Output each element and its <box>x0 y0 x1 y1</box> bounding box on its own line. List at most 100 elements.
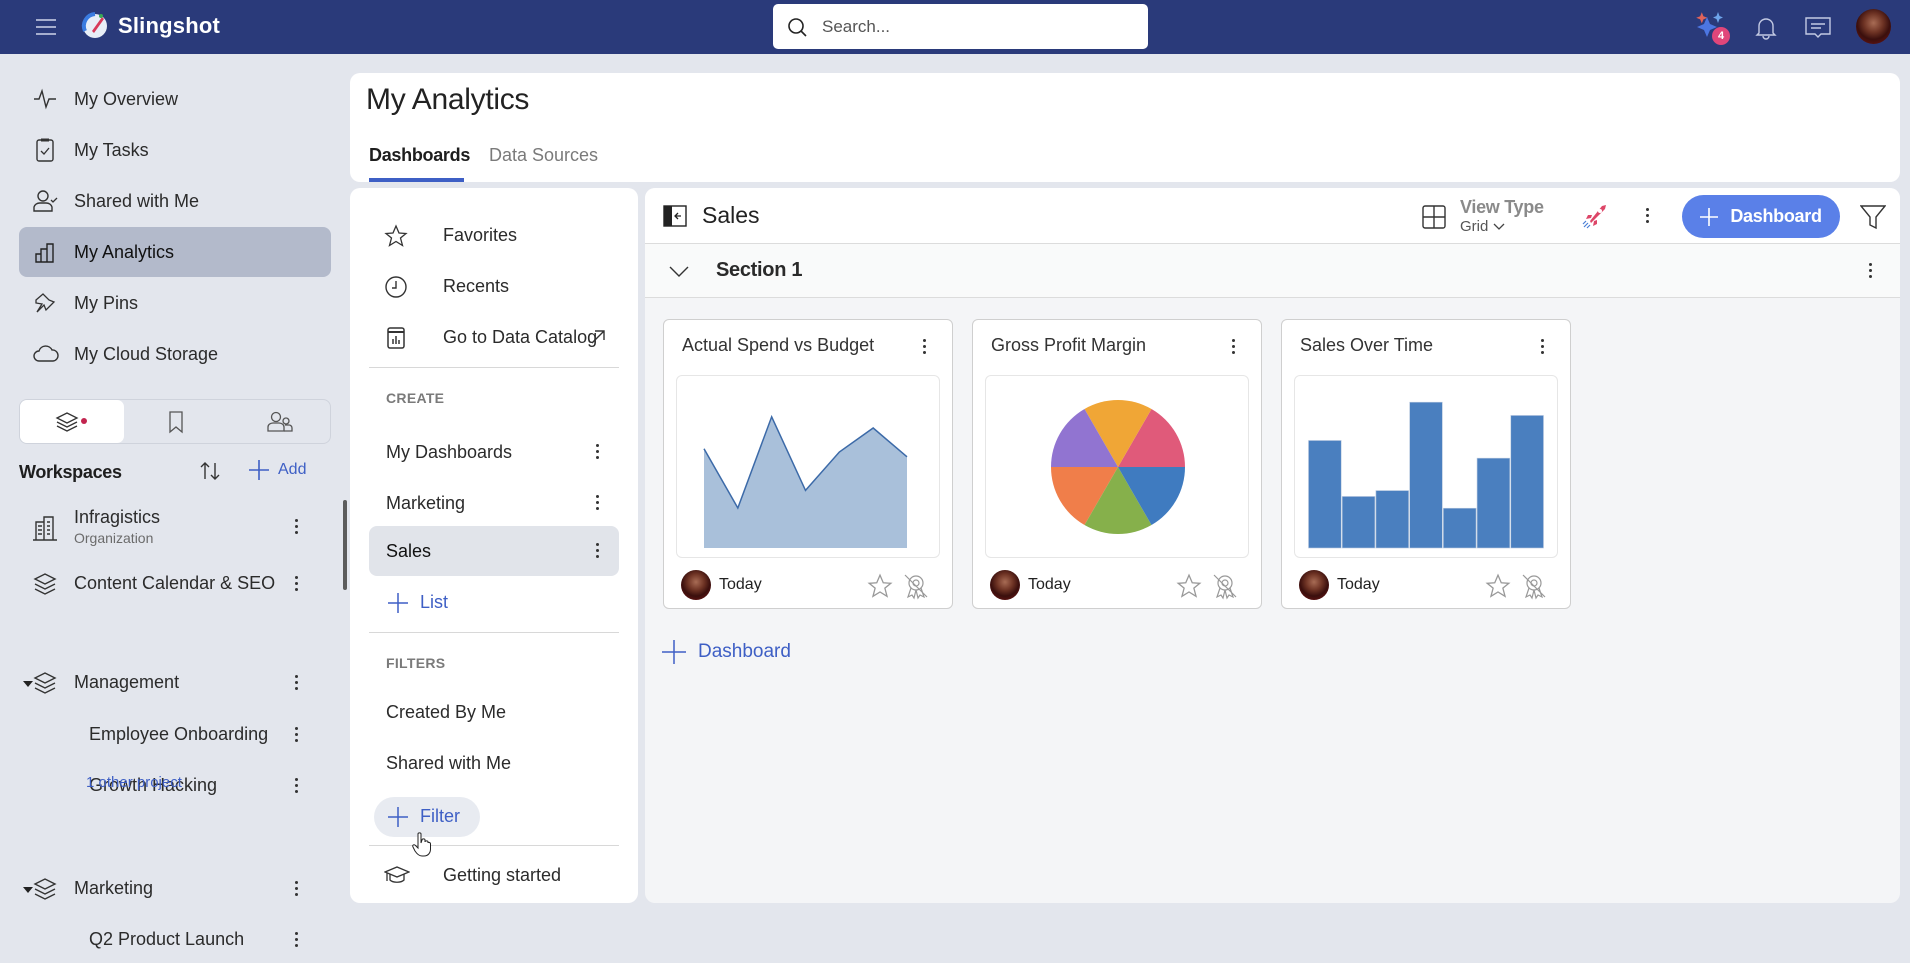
more-options-icon[interactable] <box>293 517 299 537</box>
nav-getting-started[interactable]: Getting started <box>369 852 619 898</box>
add-list-label: List <box>420 592 448 613</box>
list-my-dashboards[interactable]: My Dashboards <box>369 429 619 475</box>
tab-dashboards[interactable]: Dashboards <box>369 145 470 166</box>
bar <box>1342 496 1375 548</box>
notifications-button[interactable] <box>1753 14 1779 40</box>
app-logo[interactable]: Slingshot <box>80 11 220 41</box>
search-box[interactable] <box>773 4 1148 49</box>
more-options-icon[interactable] <box>594 493 600 513</box>
owner-avatar <box>1299 570 1329 600</box>
dashboard-card[interactable]: Actual Spend vs Budget Today <box>663 319 953 609</box>
list-marketing[interactable]: Marketing <box>369 480 619 526</box>
dashboard-title: Gross Profit Margin <box>991 335 1146 356</box>
favorite-star-icon[interactable] <box>867 573 893 599</box>
workspace-management[interactable]: Management <box>0 660 330 706</box>
more-options-icon[interactable] <box>1230 337 1236 357</box>
more-options-icon[interactable] <box>594 442 600 462</box>
uncertified-icon[interactable] <box>1211 572 1239 600</box>
messages-button[interactable] <box>1804 15 1832 41</box>
add-workspace-button[interactable]: Add <box>248 459 306 481</box>
nav-label: Getting started <box>443 865 561 886</box>
layers-icon <box>32 671 58 695</box>
project-q2-product-launch[interactable]: Q2 Product Launch <box>0 917 330 963</box>
nav-label: Recents <box>443 276 509 297</box>
plus-icon <box>1700 208 1718 226</box>
nav-data-catalog[interactable]: Go to Data Catalog <box>369 314 619 360</box>
dashboard-thumbnail <box>676 375 940 558</box>
filter-created-by-me[interactable]: Created By Me <box>369 689 619 735</box>
more-options-icon[interactable] <box>293 673 299 693</box>
workspace-marketing[interactable]: Marketing <box>0 866 330 912</box>
bar <box>1477 458 1510 548</box>
nav-favorites[interactable]: Favorites <box>369 212 619 258</box>
workspace-name: Content Calendar & SEO <box>74 573 275 594</box>
create-section-heading: CREATE <box>386 390 444 406</box>
sidebar: My Overview My Tasks Shared with Me My A… <box>0 54 345 910</box>
workspace-name: Management <box>74 672 179 693</box>
pin-icon <box>33 291 57 315</box>
add-filter-button[interactable]: Filter <box>374 797 480 837</box>
dashboard-card[interactable]: Sales Over Time Today <box>1281 319 1571 609</box>
workspace-content-calendar[interactable]: Content Calendar & SEO <box>0 561 330 607</box>
hamburger-menu-icon[interactable] <box>34 15 58 39</box>
collapse-panel-icon[interactable] <box>663 204 687 228</box>
add-filter-label: Filter <box>420 806 460 827</box>
chevron-down-icon[interactable] <box>669 264 689 278</box>
mouse-cursor-icon <box>412 832 432 858</box>
workspace-name: Infragistics <box>74 507 160 528</box>
sidebar-item-my-pins[interactable]: My Pins <box>19 278 331 328</box>
list-label: Sales <box>386 541 431 562</box>
more-options-icon[interactable] <box>293 930 299 950</box>
sidebar-item-my-analytics[interactable]: My Analytics <box>19 227 331 277</box>
list-sales[interactable]: Sales <box>369 526 619 576</box>
user-avatar[interactable] <box>1856 9 1891 44</box>
section-more-options-icon[interactable] <box>1867 261 1873 281</box>
workspaces-tab[interactable] <box>20 400 124 443</box>
add-dashboard-link[interactable]: Dashboard <box>662 640 791 664</box>
external-link-icon <box>590 329 606 345</box>
search-input[interactable] <box>822 17 1122 37</box>
sidebar-scrollbar[interactable] <box>343 500 347 590</box>
more-options-icon[interactable] <box>293 879 299 899</box>
uncertified-icon[interactable] <box>902 572 930 600</box>
filter-icon[interactable] <box>1860 204 1886 230</box>
chat-icon <box>1804 15 1832 41</box>
sort-workspaces-button[interactable] <box>198 459 222 483</box>
sidebar-item-my-overview[interactable]: My Overview <box>19 74 331 124</box>
workspace-infragistics[interactable]: Infragistics Organization <box>0 500 330 554</box>
bar <box>1410 402 1443 548</box>
favorite-star-icon[interactable] <box>1485 573 1511 599</box>
tab-data-sources[interactable]: Data Sources <box>489 145 598 166</box>
ai-assistant-button[interactable]: 4 <box>1694 9 1728 43</box>
more-options-icon[interactable] <box>1644 206 1650 226</box>
sidebar-item-shared-with-me[interactable]: Shared with Me <box>19 176 331 226</box>
project-employee-onboarding[interactable]: Employee Onboarding <box>0 712 330 758</box>
sidebar-item-my-tasks[interactable]: My Tasks <box>19 125 331 175</box>
filter-shared-with-me[interactable]: Shared with Me <box>369 740 619 786</box>
bar <box>1376 491 1409 548</box>
dashboard-card[interactable]: Gross Profit Margin Today <box>972 319 1262 609</box>
more-options-icon[interactable] <box>293 574 299 594</box>
other-projects-link[interactable]: 1 other project <box>86 774 182 791</box>
grid-icon <box>1422 205 1446 229</box>
rocket-icon[interactable] <box>1580 201 1610 231</box>
view-type-selector[interactable]: View Type Grid <box>1422 198 1446 229</box>
uncertified-icon[interactable] <box>1520 572 1548 600</box>
bell-icon <box>1753 14 1779 40</box>
more-options-icon[interactable] <box>594 541 600 561</box>
dashboard-title: Actual Spend vs Budget <box>682 335 874 356</box>
add-dashboard-button[interactable]: Dashboard <box>1682 195 1840 238</box>
more-options-icon[interactable] <box>1539 337 1545 357</box>
sidebar-item-my-cloud-storage[interactable]: My Cloud Storage <box>19 329 331 379</box>
bookmarks-tab[interactable] <box>124 400 228 443</box>
favorite-star-icon[interactable] <box>1176 573 1202 599</box>
people-tab[interactable] <box>228 400 332 443</box>
divider <box>369 632 619 633</box>
nav-recents[interactable]: Recents <box>369 263 619 309</box>
add-list-button[interactable]: List <box>388 592 448 613</box>
more-options-icon[interactable] <box>293 776 299 796</box>
divider <box>369 845 619 846</box>
more-options-icon[interactable] <box>293 725 299 745</box>
pie-chart <box>986 376 1249 558</box>
more-options-icon[interactable] <box>921 337 927 357</box>
